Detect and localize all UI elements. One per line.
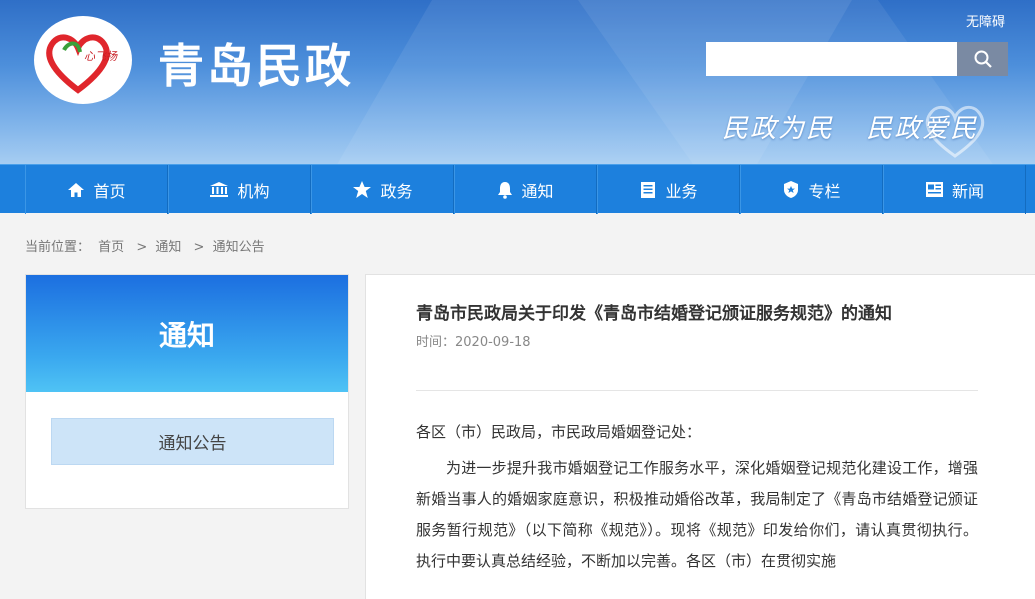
site-title: 青岛民政 — [158, 39, 354, 93]
article-panel: 青岛市民政局关于印发《青岛市结婚登记颁证服务规范》的通知 时间：2020-09-… — [365, 274, 1035, 599]
breadcrumb-link-announcement[interactable]: 通知公告 — [213, 240, 265, 255]
main-nav: 首页 机构 政务 通知 业务 专栏 新闻 — [0, 164, 1035, 214]
nav-item-label: 通知 — [521, 181, 554, 201]
book-icon — [639, 181, 657, 199]
sidebar-heading: 通知 — [26, 275, 348, 392]
breadcrumb-prefix: 当前位置： — [25, 240, 91, 255]
search-button[interactable] — [957, 42, 1008, 76]
slogan-part: 民政爱民 — [866, 114, 979, 144]
article-time: 时间：2020-09-18 — [416, 331, 531, 350]
building-icon — [209, 181, 229, 198]
nav-item-affairs[interactable]: 政务 — [311, 165, 454, 214]
nav-item-label: 新闻 — [951, 181, 984, 201]
accessibility-link[interactable]: 无障碍 — [966, 11, 1005, 30]
nav-item-organization[interactable]: 机构 — [168, 165, 311, 214]
nav-item-label: 政务 — [380, 181, 413, 201]
breadcrumb-separator: > — [136, 240, 148, 255]
breadcrumb-link-home[interactable]: 首页 — [98, 240, 124, 255]
star-icon — [352, 180, 372, 199]
article-salutation: 各区（市）民政局，市民政局婚姻登记处： — [416, 423, 702, 441]
sidebar-item-announcement[interactable]: 通知公告 — [51, 418, 334, 465]
home-icon — [67, 182, 85, 198]
breadcrumb: 当前位置： 首页 > 通知 > 通知公告 — [25, 236, 269, 255]
nav-item-label: 首页 — [93, 181, 126, 201]
bell-icon — [497, 181, 513, 199]
breadcrumb-separator: > — [193, 240, 205, 255]
nav-item-notice[interactable]: 通知 — [454, 165, 597, 214]
article-title: 青岛市民政局关于印发《青岛市结婚登记颁证服务规范》的通知 — [416, 304, 892, 324]
slogan-part: 民政为民 — [722, 114, 835, 144]
article-time-label: 时间： — [416, 335, 456, 350]
nav-item-column[interactable]: 专栏 — [740, 165, 883, 214]
badge-icon — [782, 180, 800, 199]
article-time-value: 2020-09-18 — [455, 335, 531, 350]
article-divider — [416, 390, 978, 391]
breadcrumb-link-notice[interactable]: 通知 — [155, 240, 181, 255]
nav-item-label: 专栏 — [808, 181, 841, 201]
heart-logo-icon: 心飞扬 — [46, 34, 118, 94]
site-header: 心飞扬 青岛民政 无障碍 民政为民 民政爱民 — [0, 0, 1035, 164]
slogan: 民政为民 民政爱民 — [722, 108, 1000, 145]
nav-item-business[interactable]: 业务 — [597, 165, 740, 214]
nav-item-label: 业务 — [665, 181, 698, 201]
article-paragraph: 为进一步提升我市婚姻登记工作服务水平，深化婚姻登记规范化建设工作，增强新婚当事人… — [416, 459, 978, 570]
nav-item-label: 机构 — [237, 181, 270, 201]
search-input[interactable] — [706, 42, 957, 76]
sidebar: 通知 通知公告 — [25, 274, 349, 509]
logo-text: 心飞扬 — [84, 50, 118, 63]
site-logo[interactable]: 心飞扬 — [34, 16, 132, 104]
nav-item-home[interactable]: 首页 — [25, 165, 168, 214]
newspaper-icon — [925, 181, 944, 198]
nav-item-news[interactable]: 新闻 — [883, 165, 1026, 214]
search-icon — [974, 50, 992, 68]
